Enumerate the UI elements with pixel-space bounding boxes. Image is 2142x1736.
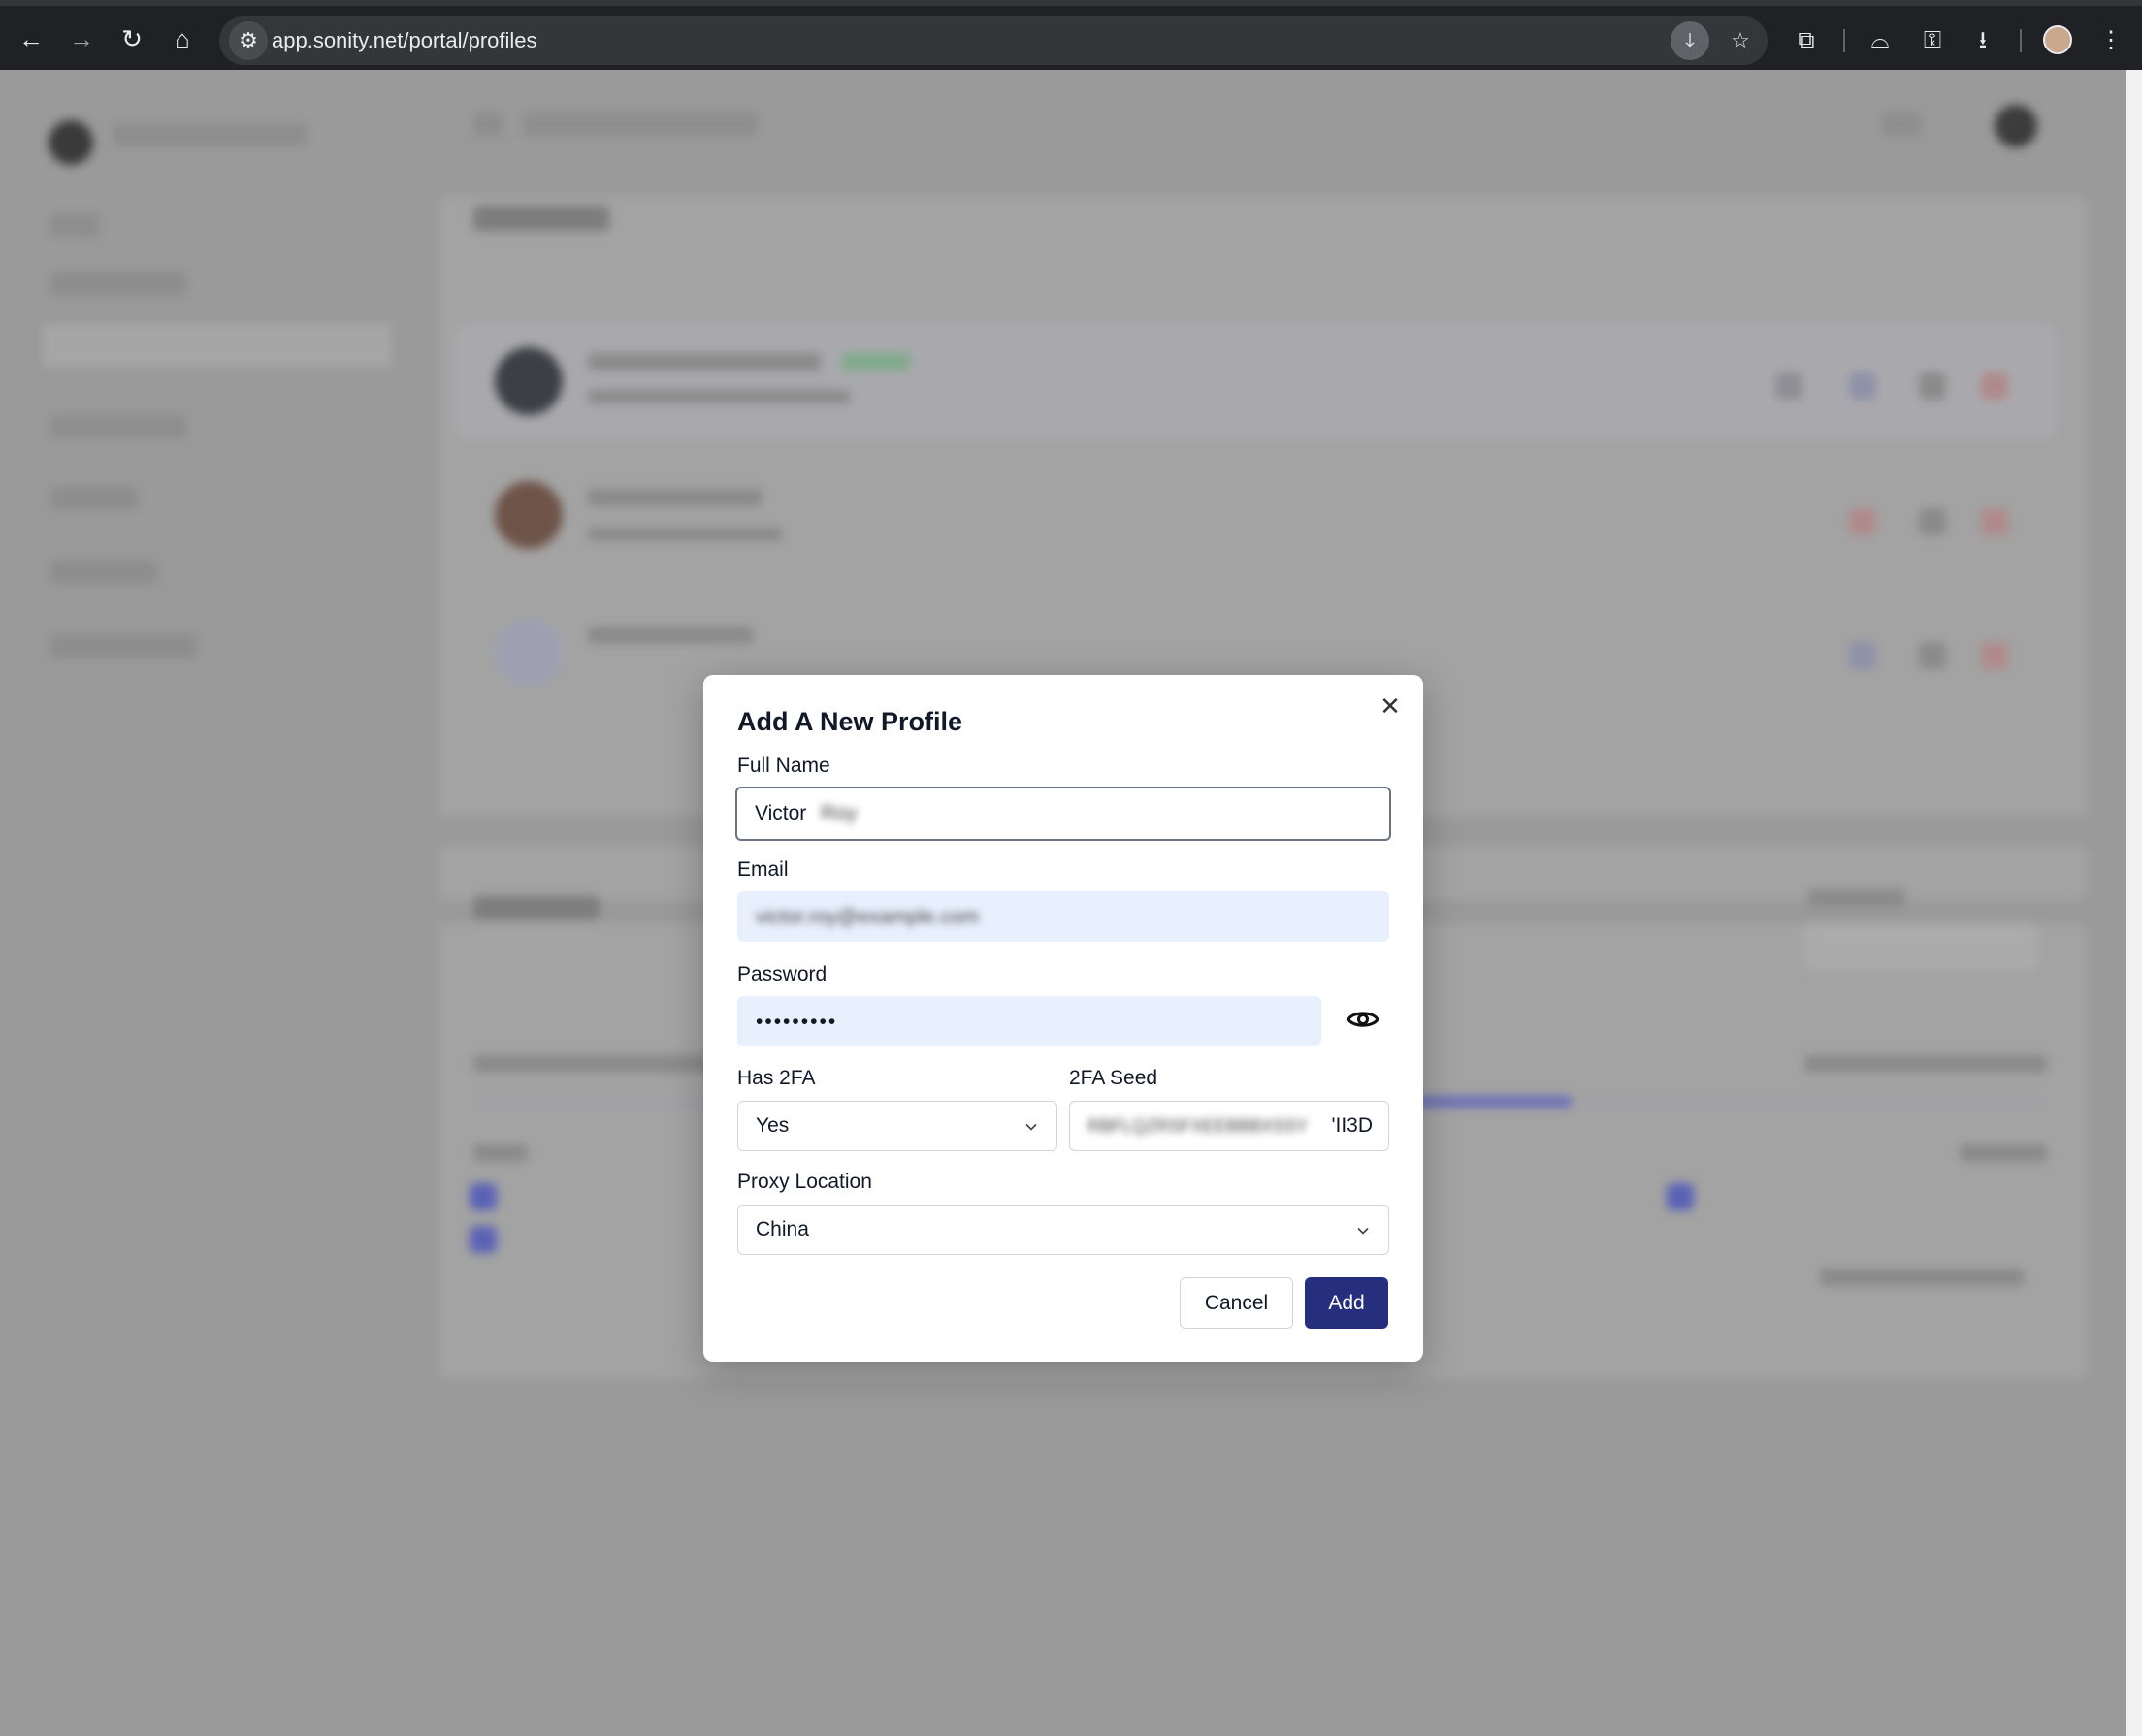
home-icon[interactable]: ⌂: [163, 19, 202, 58]
has-2fa-label: Has 2FA: [737, 1067, 816, 1089]
close-icon[interactable]: ✕: [1373, 689, 1408, 723]
password-label: Password: [737, 963, 828, 985]
dialog-title: Add A New Profile: [737, 707, 963, 736]
full-name-hidden-value: Roy: [821, 802, 858, 824]
password-key-icon[interactable]: ⚿: [1913, 21, 1952, 60]
row-action: [1849, 508, 1876, 535]
settings-label: [1820, 1269, 2024, 1286]
sidebar-item: [50, 487, 138, 510]
site-settings-icon[interactable]: ⚙: [229, 21, 268, 60]
progress-fill: [1416, 1096, 1572, 1108]
url-text[interactable]: app.sonity.net/portal/profiles: [272, 16, 537, 65]
app-logo: [49, 120, 93, 165]
header-icon: [1882, 113, 1921, 136]
checkbox: [470, 1183, 497, 1210]
settings-title: [473, 896, 600, 919]
add-profile-dialog: Add A New Profile ✕ Full Name Victor Roy…: [703, 675, 1423, 1362]
sidebar-item: [50, 272, 186, 295]
back-icon[interactable]: ←: [12, 19, 50, 58]
status-badge: [842, 353, 910, 370]
row-action: [1981, 642, 2008, 669]
row-name: [588, 489, 763, 506]
user-avatar: [1995, 105, 2037, 147]
eye-icon[interactable]: [1346, 1002, 1380, 1037]
full-name-input[interactable]: Victor Roy: [735, 787, 1391, 841]
row-action: [1919, 642, 1946, 669]
sidebar-item-active: [43, 324, 392, 367]
proxy-location-label: Proxy Location: [737, 1171, 872, 1193]
checkbox: [470, 1226, 497, 1253]
install-app-icon[interactable]: ⤓: [1671, 21, 1709, 60]
2fa-seed-visible-value: 'II3D: [1329, 1102, 1373, 1150]
settings-label: [473, 1144, 528, 1162]
reload-icon[interactable]: ↻: [113, 19, 151, 58]
chevron-down-icon: [1025, 1123, 1037, 1131]
password-value: •••••••••: [756, 1011, 838, 1033]
section-title: [473, 206, 609, 231]
cancel-button[interactable]: Cancel: [1180, 1277, 1293, 1329]
email-label: Email: [737, 858, 789, 881]
settings-label: [1808, 889, 1905, 907]
full-name-label: Full Name: [737, 755, 830, 777]
add-button[interactable]: Add: [1305, 1277, 1388, 1329]
forward-icon[interactable]: →: [62, 19, 101, 58]
toolbar-separator: [2020, 29, 2022, 52]
2fa-seed-hidden-value: RBFLQZRSFXEEBBBXSSY: [1087, 1116, 1309, 1136]
toolbar-separator: [1843, 29, 1845, 52]
settings-label: [1960, 1144, 2047, 1162]
sidebar-item: [50, 561, 157, 584]
extensions-icon[interactable]: ⧉: [1787, 21, 1826, 60]
profile-avatar-icon[interactable]: [2043, 25, 2072, 54]
row-action: [1919, 508, 1946, 535]
sidebar-item: [50, 415, 186, 438]
email-input[interactable]: victor.roy@example.com: [737, 891, 1389, 942]
avatar: [495, 347, 563, 415]
row-action: [1849, 372, 1876, 400]
sidebar-item: [50, 634, 196, 658]
2fa-seed-input[interactable]: RBFLQZRSFXEEBBBXSSY 'II3D: [1069, 1101, 1389, 1151]
row-action: [1919, 372, 1946, 400]
sidebar-item: [50, 213, 99, 237]
breadcrumb: [524, 113, 757, 136]
settings-label: [473, 1055, 735, 1073]
email-value: victor.roy@example.com: [756, 906, 980, 928]
bookmark-star-icon[interactable]: ☆: [1721, 21, 1760, 60]
workspace-name: [113, 124, 307, 145]
incognito-icon[interactable]: ⌓: [1861, 21, 1899, 60]
row-name: [588, 353, 821, 370]
has-2fa-value: Yes: [756, 1114, 790, 1137]
checkbox: [1667, 1183, 1694, 1210]
avatar: [495, 481, 563, 549]
row-email: [588, 528, 782, 541]
download-icon[interactable]: ⭳: [1964, 21, 2002, 60]
proxy-location-select[interactable]: China: [737, 1205, 1389, 1255]
proxy-location-value: China: [756, 1218, 809, 1240]
row-email: [588, 390, 850, 403]
row-action: [1981, 508, 2008, 535]
2fa-seed-label: 2FA Seed: [1069, 1067, 1158, 1089]
has-2fa-select[interactable]: Yes: [737, 1101, 1057, 1151]
password-input[interactable]: •••••••••: [737, 996, 1321, 1046]
chevron-down-icon: [1357, 1227, 1369, 1235]
row-action: [1849, 642, 1876, 669]
more-menu-icon[interactable]: ⋮: [2092, 21, 2130, 60]
profile-row: [456, 324, 2057, 438]
settings-select: [1804, 923, 2037, 970]
row-name: [588, 627, 753, 644]
avatar: [495, 619, 563, 687]
row-action: [1981, 372, 2008, 400]
full-name-value: Victor: [755, 802, 807, 824]
address-bar[interactable]: ⚙ app.sonity.net/portal/profiles ⤓ ☆: [219, 16, 1768, 65]
settings-label: [1804, 1055, 2047, 1073]
browser-toolbar: ← → ↻ ⌂ ⚙ app.sonity.net/portal/profiles…: [0, 0, 2142, 70]
scrollbar[interactable]: [2126, 70, 2142, 1736]
collapse-icon: [473, 113, 503, 136]
row-action: [1775, 372, 1802, 400]
